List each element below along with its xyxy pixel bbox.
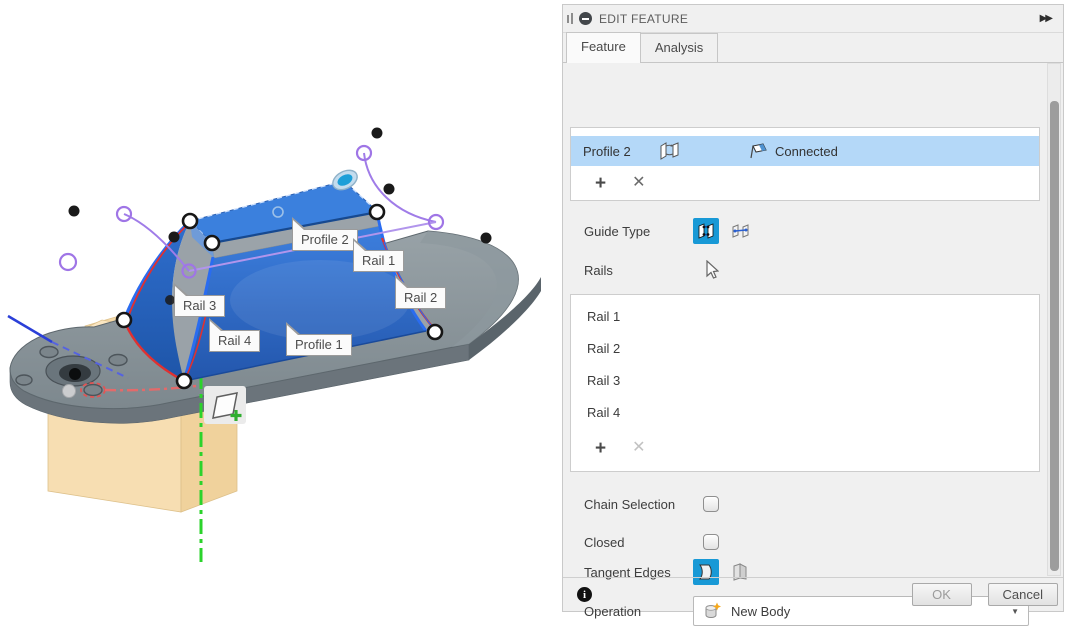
info-icon[interactable]: i <box>577 587 592 602</box>
app-window: Profile 2 Rail 1 Rail 2 Rail 3 Rail 4 Pr… <box>0 0 1068 620</box>
callout-profile-1[interactable]: Profile 1 <box>286 334 352 356</box>
loft-vertex-handle[interactable] <box>428 325 442 339</box>
dialog-header: EDIT FEATURE ▶▶ <box>563 5 1063 33</box>
rails-list-item[interactable]: Rail 2 <box>571 333 1039 365</box>
add-rail-button[interactable]: + <box>595 439 606 458</box>
expand-panel-icon[interactable]: ▶▶ <box>1040 13 1055 24</box>
collapse-icon[interactable] <box>579 12 592 25</box>
add-profile-button[interactable]: + <box>595 174 606 193</box>
rails-list-item[interactable]: Rail 1 <box>571 301 1039 333</box>
control-point[interactable] <box>169 232 180 243</box>
callout-rail-2[interactable]: Rail 2 <box>395 287 446 309</box>
connected-flag-icon <box>748 143 768 159</box>
guide-type-centerline-button[interactable] <box>727 218 753 244</box>
callout-rail-3[interactable]: Rail 3 <box>174 295 225 317</box>
rails-list-actions: + ✕ <box>571 433 1039 463</box>
viewport-3d[interactable]: Profile 2 Rail 1 Rail 2 Rail 3 Rail 4 Pr… <box>0 0 562 620</box>
dialog-content: Profile 2 Connected <box>563 63 1063 577</box>
chain-selection-row: Chain Selection <box>584 489 1033 519</box>
tab-analysis[interactable]: Analysis <box>640 33 718 62</box>
profile-name: Profile 2 <box>583 144 658 159</box>
dialog-title: EDIT FEATURE <box>599 12 688 26</box>
rails-row: Rails <box>584 255 1033 285</box>
loft-vertex-handle[interactable] <box>205 236 219 250</box>
profile-list-actions: + ✕ <box>571 168 1039 198</box>
remove-rail-button[interactable]: ✕ <box>632 440 645 456</box>
loft-vertex-handle[interactable] <box>177 374 191 388</box>
rails-list-item[interactable]: Rail 3 <box>571 365 1039 397</box>
spline-endpoint-handle[interactable] <box>60 254 76 270</box>
profile-connection-status: Connected <box>775 144 838 159</box>
profile-orientation-icon <box>658 141 682 161</box>
guide-type-rails-button[interactable] <box>693 218 719 244</box>
drag-grip-icon[interactable] <box>567 13 573 25</box>
guide-centerline-icon <box>730 221 750 241</box>
viewport-3d-canvas <box>0 0 562 620</box>
callout-rail-1[interactable]: Rail 1 <box>353 250 404 272</box>
closed-label: Closed <box>584 535 693 550</box>
closed-row: Closed <box>584 527 1033 557</box>
profiles-list: Profile 2 Connected <box>570 127 1040 201</box>
tab-bar: Feature Analysis <box>563 33 1063 63</box>
loft-vertex-handle[interactable] <box>183 214 197 228</box>
guide-rails-icon <box>696 221 716 241</box>
scrollbar-thumb[interactable] <box>1050 101 1059 571</box>
remove-profile-button[interactable]: ✕ <box>632 175 645 191</box>
rails-list-item[interactable]: Rail 4 <box>571 397 1039 429</box>
callout-profile-2[interactable]: Profile 2 <box>292 229 358 251</box>
control-point[interactable] <box>69 206 80 217</box>
ok-button[interactable]: OK <box>912 583 972 606</box>
closed-checkbox[interactable] <box>703 534 719 550</box>
control-point[interactable] <box>372 128 383 139</box>
edit-feature-dialog: EDIT FEATURE ▶▶ Feature Analysis Profile… <box>562 4 1064 612</box>
rails-label: Rails <box>584 263 693 278</box>
chain-selection-label: Chain Selection <box>584 497 693 512</box>
add-profile-plane-button[interactable] <box>204 386 246 424</box>
origin-point[interactable] <box>63 385 76 398</box>
control-point[interactable] <box>384 184 395 195</box>
control-point[interactable] <box>481 233 492 244</box>
loft-vertex-handle[interactable] <box>117 313 131 327</box>
profile-list-item-selected[interactable]: Profile 2 Connected <box>571 136 1039 166</box>
guide-type-label: Guide Type <box>584 224 693 239</box>
dialog-footer: i OK Cancel <box>563 577 1063 611</box>
guide-type-row: Guide Type <box>584 216 1033 246</box>
loft-vertex-handle[interactable] <box>370 205 384 219</box>
rails-list: Rail 1 Rail 2 Rail 3 Rail 4 + ✕ <box>570 294 1040 472</box>
callout-rail-4[interactable]: Rail 4 <box>209 330 260 352</box>
cursor-icon <box>703 260 719 280</box>
panel-scrollbar[interactable] <box>1047 63 1061 576</box>
chain-selection-checkbox[interactable] <box>703 496 719 512</box>
tab-feature[interactable]: Feature <box>566 32 641 63</box>
cancel-button[interactable]: Cancel <box>988 583 1058 606</box>
